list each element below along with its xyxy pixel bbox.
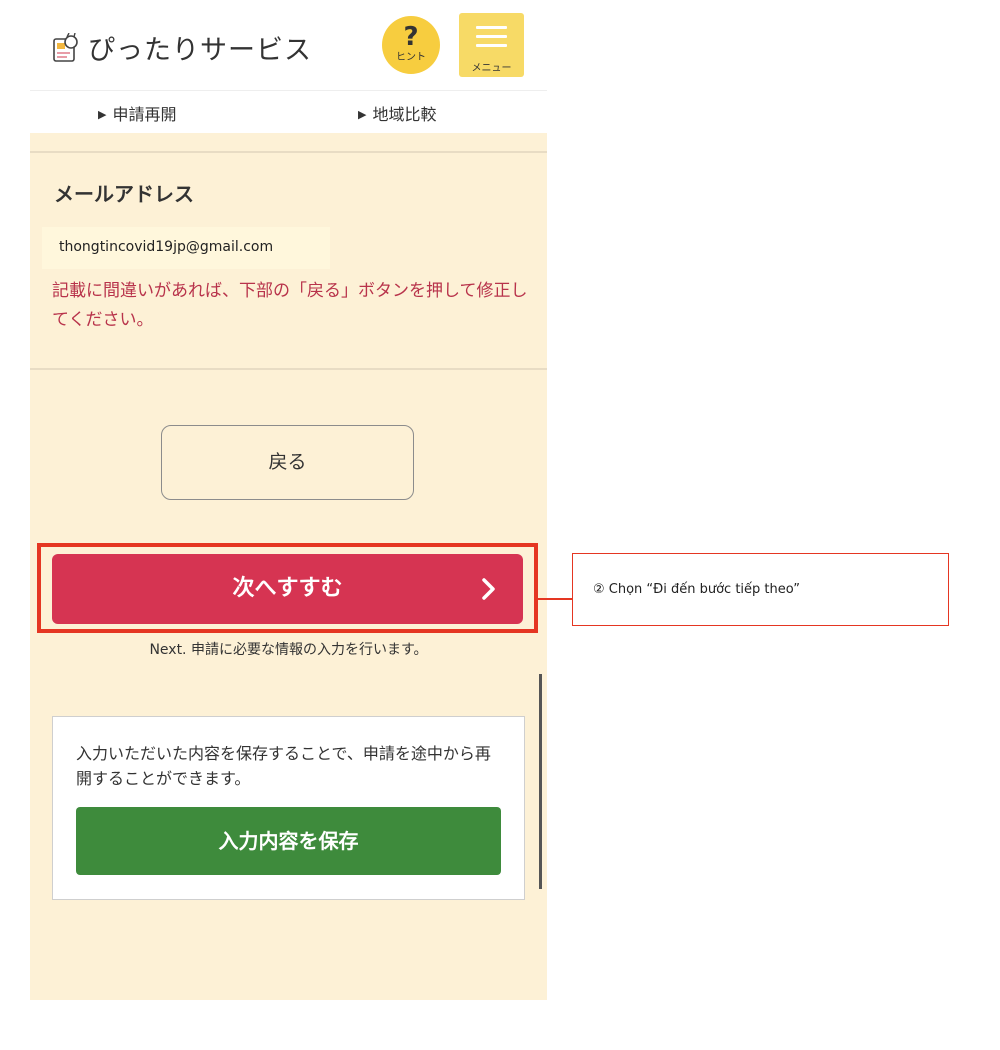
menu-button[interactable]: メニュー: [459, 13, 524, 77]
email-value-box: thongtincovid19jp@gmail.com: [42, 227, 330, 269]
section-divider: [30, 151, 547, 153]
email-label: メールアドレス: [54, 182, 194, 206]
callout-connector: [538, 598, 572, 600]
save-input-button[interactable]: 入力内容を保存: [76, 807, 501, 875]
triangle-right-icon: ▶: [98, 108, 107, 121]
instruction-callout: ② Chọn “Đi đến bước tiếp theo”: [572, 553, 949, 626]
question-mark-icon: ?: [403, 22, 419, 52]
back-button[interactable]: 戻る: [161, 425, 414, 500]
save-description: 入力いただいた内容を保存することで、申請を途中から再開することができます。: [76, 744, 491, 788]
app-title[interactable]: ぴったりサービス: [88, 28, 312, 67]
scrollbar[interactable]: [539, 674, 542, 889]
subnav-item-compare[interactable]: ▶ 地域比較: [358, 101, 436, 125]
callout-text: ② Chọn “Đi đến bước tiếp theo”: [593, 582, 800, 597]
logo-icon: [52, 32, 80, 63]
next-caption: Next. 申請に必要な情報の入力を行います。: [149, 642, 428, 658]
subnav-item-resume[interactable]: ▶ 申請再開: [98, 101, 176, 125]
menu-label: メニュー: [471, 63, 512, 74]
subnav-item-label: 申請再開: [112, 105, 177, 124]
section-divider: [30, 368, 547, 370]
mobile-screen: ぴったりサービス ? ヒント メニュー ▶ 申請再開 ▶ 地域比較 メールアドレス …: [30, 0, 547, 1000]
correction-notice: 記載に間違いがあれば、下部の「戻る」ボタンを押して修正してください。: [52, 281, 528, 330]
save-card: 入力いただいた内容を保存することで、申請を途中から再開することができます。 入力…: [52, 716, 525, 900]
triangle-right-icon: ▶: [358, 108, 367, 121]
email-value: thongtincovid19jp@gmail.com: [59, 239, 274, 255]
app-header: ぴったりサービス ? ヒント メニュー: [30, 0, 547, 91]
hint-button[interactable]: ? ヒント: [382, 16, 440, 74]
hint-label: ヒント: [396, 52, 426, 63]
highlight-frame: [37, 543, 538, 633]
sub-navigation: ▶ 申請再開 ▶ 地域比較: [30, 91, 547, 133]
subnav-item-label: 地域比較: [372, 105, 437, 124]
